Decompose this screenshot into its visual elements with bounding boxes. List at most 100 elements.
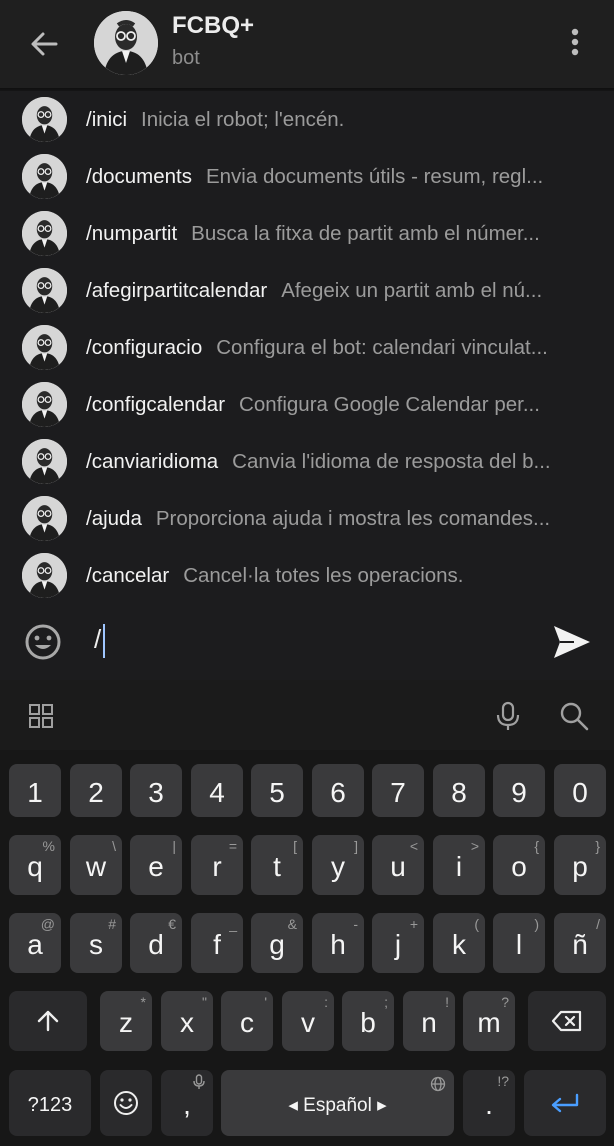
command-description: Afegeix un partit amb el nú...: [281, 279, 543, 302]
key-6[interactable]: 6: [312, 764, 364, 817]
key-m[interactable]: ? m: [463, 991, 515, 1051]
bot-avatar-image-icon: [22, 382, 67, 427]
command-description: Busca la fitxa de partit amb el númer...: [191, 222, 540, 245]
key-n-tilde[interactable]: / ñ: [554, 913, 606, 973]
bot-avatar-image-icon: [22, 211, 67, 256]
command-name: /ajuda: [86, 507, 142, 530]
key-x[interactable]: " x: [161, 991, 213, 1051]
message-input[interactable]: /: [94, 624, 101, 655]
command-name: /configuracio: [86, 336, 203, 359]
enter-icon: [551, 1093, 579, 1113]
key-e[interactable]: | e: [130, 835, 182, 895]
command-description: Canvia l'idioma de resposta del b...: [232, 450, 551, 473]
bot-avatar-image-icon: [22, 553, 67, 598]
emoji-icon[interactable]: [23, 622, 63, 662]
command-avatar: [22, 268, 67, 313]
shift-key[interactable]: [9, 991, 87, 1051]
key-s[interactable]: # s: [70, 913, 122, 973]
bot-avatar-image-icon: [94, 11, 158, 75]
apps-grid-icon[interactable]: [28, 703, 54, 729]
on-screen-keyboard: 1 2 3 4 5 6 7 8 9 0 % q \ w | e = r [t ] y < u…: [0, 680, 614, 1146]
enter-key[interactable]: [524, 1070, 606, 1136]
key-5[interactable]: 5: [251, 764, 303, 817]
key-l[interactable]: ) l: [493, 913, 545, 973]
command-name: /inici: [86, 108, 128, 131]
bot-avatar-image-icon: [22, 325, 67, 370]
command-name: /afegirpartitcalendar: [86, 279, 268, 302]
key-t[interactable]: [t: [251, 835, 303, 895]
more-options-icon[interactable]: [560, 26, 590, 62]
bot-avatar-image-icon: [22, 154, 67, 199]
key-i[interactable]: > i: [433, 835, 485, 895]
command-item[interactable]: /documents Envia documents útils - resum,…: [0, 148, 614, 205]
command-item[interactable]: /numpartit Busca la fitxa de partit amb e…: [0, 205, 614, 262]
chat-title[interactable]: FCBQ+: [172, 12, 254, 40]
bot-avatar-image-icon: [22, 439, 67, 484]
command-name: /documents: [86, 165, 192, 188]
key-j[interactable]: + j: [372, 913, 424, 973]
key-h[interactable]: -h: [312, 913, 364, 973]
command-item[interactable]: /cancelar Cancel·la totes les operacions.: [0, 547, 614, 604]
emoji-key[interactable]: [100, 1070, 152, 1136]
command-avatar: [22, 382, 67, 427]
command-avatar: [22, 97, 67, 142]
bot-avatar-image-icon: [22, 268, 67, 313]
key-g[interactable]: & g: [251, 913, 303, 973]
command-item[interactable]: /canviaridioma Canvia l'idioma de respost…: [0, 433, 614, 490]
backspace-key[interactable]: [528, 991, 606, 1051]
key-b[interactable]: ; b: [342, 991, 394, 1051]
command-item[interactable]: /configuracio Configura el bot: calendari…: [0, 319, 614, 376]
command-item[interactable]: /configcalendar Configura Google Calendar…: [0, 376, 614, 433]
key-p[interactable]: } p: [554, 835, 606, 895]
command-item[interactable]: /inici Inicia el robot; l'encén.: [0, 91, 614, 148]
key-f[interactable]: _ f: [191, 913, 243, 973]
key-y[interactable]: ] y: [312, 835, 364, 895]
key-u[interactable]: < u: [372, 835, 424, 895]
text-cursor: [103, 624, 105, 658]
key-3[interactable]: 3: [130, 764, 182, 817]
symbols-key[interactable]: ?123: [9, 1070, 91, 1136]
key-w[interactable]: \ w: [70, 835, 122, 895]
key-a[interactable]: @ a: [9, 913, 61, 973]
command-avatar: [22, 553, 67, 598]
command-suggestions-list: /inici Inicia el robot; l'encén. /documen…: [0, 91, 614, 604]
backspace-icon: [551, 1010, 582, 1032]
key-r[interactable]: = r: [191, 835, 243, 895]
command-avatar: [22, 496, 67, 541]
command-name: /numpartit: [86, 222, 178, 245]
command-description: Proporciona ajuda i mostra les comandes.…: [155, 507, 551, 530]
key-9[interactable]: 9: [493, 764, 545, 817]
bot-avatar-image-icon: [22, 496, 67, 541]
globe-icon: [430, 1076, 446, 1092]
command-item[interactable]: /ajuda Proporciona ajuda i mostra les com…: [0, 490, 614, 547]
command-name: /cancelar: [86, 564, 170, 587]
microphone-icon[interactable]: [494, 701, 522, 731]
back-arrow-icon[interactable]: [26, 26, 62, 62]
key-k[interactable]: (k: [433, 913, 485, 973]
key-v[interactable]: :v: [282, 991, 334, 1051]
key-o[interactable]: {o: [493, 835, 545, 895]
command-name: /canviaridioma: [86, 450, 219, 473]
key-z[interactable]: * z: [100, 991, 152, 1051]
command-item[interactable]: /afegirpartitcalendar Afegeix un partit a…: [0, 262, 614, 319]
spacebar-language-key[interactable]: ◂ Español ▸: [221, 1070, 454, 1136]
command-description: Inicia el robot; l'encén.: [141, 108, 345, 131]
key-0[interactable]: 0: [554, 764, 606, 817]
command-avatar: [22, 439, 67, 484]
key-q[interactable]: % q: [9, 835, 61, 895]
comma-key[interactable]: ,: [161, 1070, 213, 1136]
key-n[interactable]: ! n: [403, 991, 455, 1051]
chat-header: FCBQ+ bot: [0, 0, 614, 88]
key-2[interactable]: 2: [70, 764, 122, 817]
key-7[interactable]: 7: [372, 764, 424, 817]
key-d[interactable]: € d: [130, 913, 182, 973]
key-8[interactable]: 8: [433, 764, 485, 817]
command-description: Configura el bot: calendari vinculat...: [216, 336, 548, 359]
key-c[interactable]: ' c: [221, 991, 273, 1051]
period-key[interactable]: !?.: [463, 1070, 515, 1136]
bot-avatar[interactable]: [94, 11, 158, 75]
send-icon[interactable]: [550, 622, 594, 662]
key-4[interactable]: 4: [191, 764, 243, 817]
key-1[interactable]: 1: [9, 764, 61, 817]
search-icon[interactable]: [559, 701, 589, 731]
